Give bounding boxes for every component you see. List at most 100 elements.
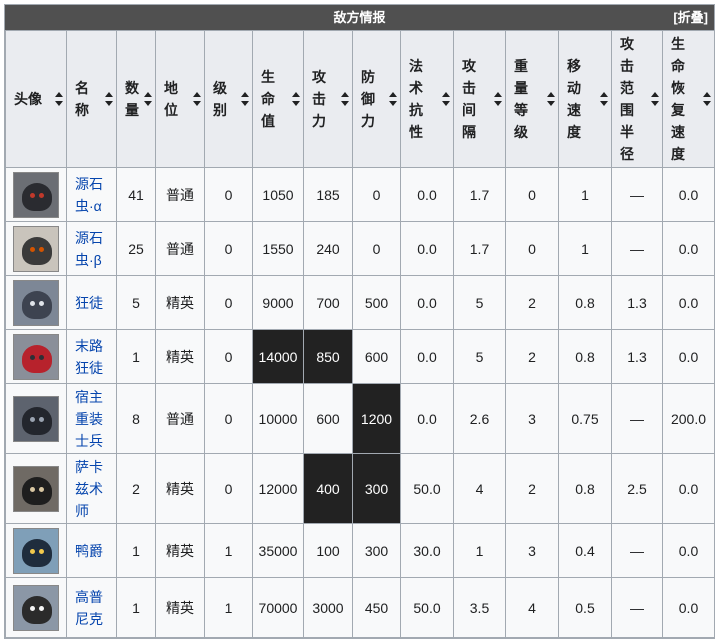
column-header-label: 地位 xyxy=(164,80,178,118)
enemy-name-link[interactable]: 末路狂徒 xyxy=(75,335,107,379)
enemy-avatar[interactable] xyxy=(13,527,59,574)
data-cell: 精英 xyxy=(155,275,205,330)
column-header-8[interactable]: 法术抗性 xyxy=(400,30,454,168)
column-header-1[interactable]: 名称 xyxy=(66,30,117,168)
data-cell: 1 xyxy=(116,523,156,578)
data-cell: 1.7 xyxy=(453,221,506,276)
data-cell: 700 xyxy=(303,275,353,330)
enemy-name-link[interactable]: 宿主重装士兵 xyxy=(75,386,107,452)
sort-icon[interactable] xyxy=(292,92,300,106)
data-cell: 600 xyxy=(352,329,401,384)
sort-icon[interactable] xyxy=(651,92,659,106)
enemy-name-link[interactable]: 狂徒 xyxy=(75,292,107,314)
data-cell: 0.0 xyxy=(662,577,715,638)
sort-icon[interactable] xyxy=(105,92,113,106)
enemy-avatar[interactable] xyxy=(13,465,59,512)
column-header-label: 重量等级 xyxy=(514,58,528,140)
panel-title: 敌方情报 xyxy=(333,10,386,25)
enemy-avatar[interactable] xyxy=(13,395,59,442)
data-cell: 普通 xyxy=(155,221,205,276)
sort-icon[interactable] xyxy=(703,92,711,106)
sort-icon[interactable] xyxy=(341,92,349,106)
avatar-cell xyxy=(5,453,67,524)
enemy-avatar[interactable] xyxy=(13,333,59,380)
name-cell: 鸭爵 xyxy=(66,523,117,578)
sort-icon[interactable] xyxy=(600,92,608,106)
avatar-cell xyxy=(5,221,67,276)
column-header-label: 生命恢复速度 xyxy=(671,36,685,162)
column-header-11[interactable]: 移动速度 xyxy=(558,30,612,168)
sort-icon[interactable] xyxy=(55,92,63,106)
column-header-9[interactable]: 攻击间隔 xyxy=(453,30,506,168)
enemy-name-link[interactable]: 鸭爵 xyxy=(75,540,107,562)
data-cell: 5 xyxy=(453,329,506,384)
column-header-label: 名称 xyxy=(75,80,89,118)
name-cell: 宿主重装士兵 xyxy=(66,383,117,454)
column-header-5[interactable]: 生命值 xyxy=(252,30,304,168)
data-cell: — xyxy=(611,167,663,222)
data-cell: 1 xyxy=(116,329,156,384)
enemy-avatar[interactable] xyxy=(13,171,59,218)
data-cell: 25 xyxy=(116,221,156,276)
data-cell: 2.6 xyxy=(453,383,506,454)
data-cell: 41 xyxy=(116,167,156,222)
data-cell: 0.0 xyxy=(400,275,454,330)
column-header-12[interactable]: 攻击范围半径 xyxy=(611,30,663,168)
table-row: 狂徒 5 精英 0 9000 700 500 0.0 5 2 0.8 1.3 0.0 xyxy=(5,275,715,330)
column-header-2[interactable]: 数量 xyxy=(116,30,156,168)
data-cell: 0 xyxy=(204,221,253,276)
name-cell: 狂徒 xyxy=(66,275,117,330)
sort-icon[interactable] xyxy=(193,92,201,106)
data-cell: 3.5 xyxy=(453,577,506,638)
data-cell: 0.0 xyxy=(662,167,715,222)
column-header-label: 数量 xyxy=(125,80,139,118)
data-cell: 0 xyxy=(204,383,253,454)
sort-icon[interactable] xyxy=(144,92,152,106)
enemy-name-link[interactable]: 萨卡兹术师 xyxy=(75,456,107,522)
data-cell: 1 xyxy=(116,577,156,638)
collapse-toggle[interactable]: [折叠] xyxy=(673,5,708,30)
table-row: 源石虫·β 25 普通 0 1550 240 0 0.0 1.7 0 1—0.0 xyxy=(5,221,715,276)
sort-icon[interactable] xyxy=(389,92,397,106)
data-cell: 5 xyxy=(116,275,156,330)
data-cell: 0.0 xyxy=(400,383,454,454)
data-cell: 3 xyxy=(505,383,559,454)
column-header-label: 攻击间隔 xyxy=(462,58,476,140)
avatar-cell xyxy=(5,167,67,222)
sort-icon[interactable] xyxy=(442,92,450,106)
enemy-name-link[interactable]: 源石虫·β xyxy=(75,227,107,271)
data-cell: 3000 xyxy=(303,577,353,638)
data-cell: — xyxy=(611,523,663,578)
data-cell: 0.0 xyxy=(662,275,715,330)
sort-icon[interactable] xyxy=(241,92,249,106)
sort-icon[interactable] xyxy=(547,92,555,106)
column-header-label: 攻击范围半径 xyxy=(620,36,634,162)
table-row: 鸭爵 1 精英 1 35000 100 300 30.0 1 3 0.4—0.0 xyxy=(5,523,715,578)
avatar-cell xyxy=(5,329,67,384)
enemy-name-link[interactable]: 高普尼克 xyxy=(75,586,107,630)
header-row: 头像 名称 数量 地位 级别 生命值 攻击力 防御力 法术抗性 攻击间隔 重量等级 移动速度 攻击范围半… xyxy=(5,30,715,168)
enemy-avatar[interactable] xyxy=(13,279,59,326)
enemy-name-link[interactable]: 源石虫·α xyxy=(75,173,107,217)
column-header-3[interactable]: 地位 xyxy=(155,30,205,168)
enemy-avatar[interactable] xyxy=(13,225,59,272)
data-cell: 0.4 xyxy=(558,523,612,578)
column-header-10[interactable]: 重量等级 xyxy=(505,30,559,168)
enemy-avatar[interactable] xyxy=(13,584,59,631)
column-header-label: 法术抗性 xyxy=(409,58,423,140)
sort-icon[interactable] xyxy=(494,92,502,106)
data-cell: 0.8 xyxy=(558,275,612,330)
data-cell: 14000 xyxy=(252,329,304,384)
column-header-13[interactable]: 生命恢复速度 xyxy=(662,30,715,168)
enemy-info-panel: 敌方情报 [折叠] 头像 名称 数量 地位 级别 生命值 攻击力 防御力 法术抗性 攻击间隔 重量等… xyxy=(4,4,715,639)
data-cell: 200.0 xyxy=(662,383,715,454)
data-cell: 70000 xyxy=(252,577,304,638)
column-header-6[interactable]: 攻击力 xyxy=(303,30,353,168)
data-cell: 12000 xyxy=(252,453,304,524)
column-header-4[interactable]: 级别 xyxy=(204,30,253,168)
data-cell: 0 xyxy=(204,329,253,384)
column-header-0[interactable]: 头像 xyxy=(5,30,67,168)
data-cell: 0 xyxy=(204,453,253,524)
column-header-label: 头像 xyxy=(14,91,42,107)
column-header-7[interactable]: 防御力 xyxy=(352,30,401,168)
